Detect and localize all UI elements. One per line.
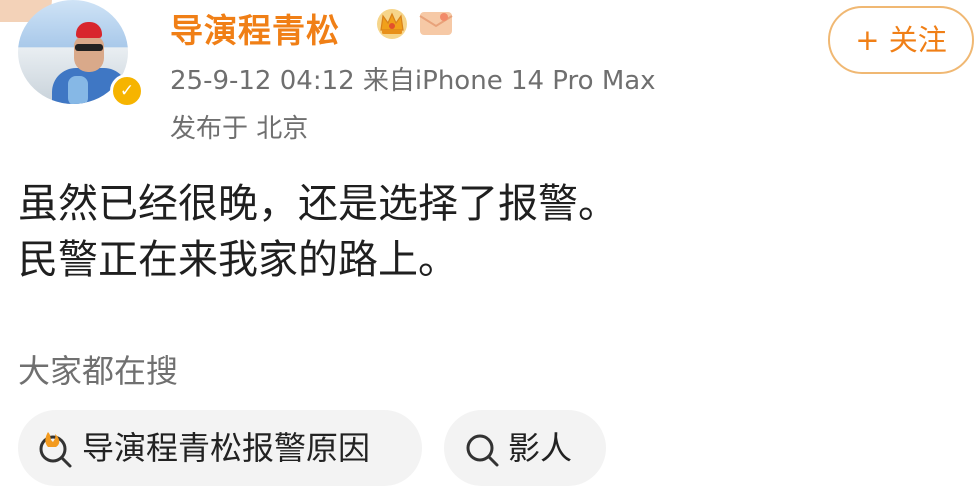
- avatar[interactable]: ✓: [18, 0, 144, 108]
- search-chip-filmmaker[interactable]: 影人: [444, 410, 606, 486]
- crown-icon: [377, 9, 407, 39]
- verified-badge-icon: ✓: [110, 74, 144, 108]
- username[interactable]: 导演程青松: [170, 4, 340, 52]
- post-content: 虽然已经很晚，还是选择了报警。 民警正在来我家的路上。: [18, 176, 618, 288]
- post-timestamp-source: 25-9-12 04:12 来自iPhone 14 Pro Max: [170, 66, 656, 96]
- search-icon: [466, 434, 499, 467]
- search-chip-label: 导演程青松报警原因: [82, 429, 371, 467]
- post-text-line: 虽然已经很晚，还是选择了报警。: [18, 181, 618, 227]
- trending-search-title: 大家都在搜: [18, 352, 179, 390]
- search-chip-label: 影人: [508, 429, 573, 467]
- search-chip-director-report-reason[interactable]: 导演程青松报警原因: [18, 410, 422, 486]
- post-location: 发布于 北京: [170, 114, 309, 144]
- hot-search-icon: [39, 432, 72, 468]
- post-text-line: 民警正在来我家的路上。: [18, 237, 458, 283]
- follow-button[interactable]: + 关注: [828, 6, 974, 74]
- envelope-icon: [419, 12, 453, 35]
